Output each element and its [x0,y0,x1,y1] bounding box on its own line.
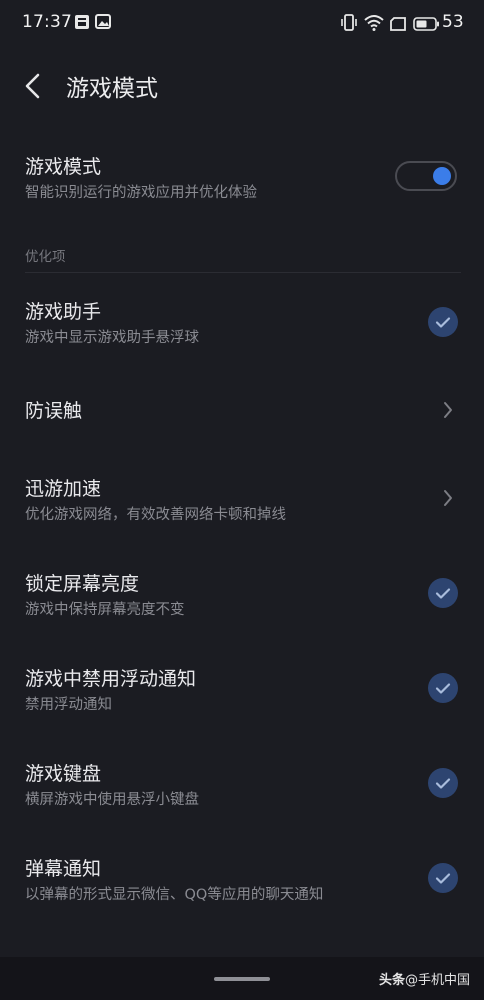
lock-brightness-checkbox[interactable] [428,578,458,608]
item-title: 游戏助手 [25,301,102,323]
watermark-source: 头条 [378,973,405,988]
battery-percentage: 53 [442,12,464,32]
game-keyboard-checkbox[interactable] [428,768,458,798]
section-label: 优化项 [25,249,66,265]
home-gesture-handle[interactable] [214,977,270,981]
item-subtitle: 优化游戏网络，有效改善网络卡顿和掉线 [25,507,286,523]
check-icon [435,777,451,789]
list-item-anti-mistouch[interactable]: 防误触 [0,380,484,440]
item-title: 迅游加速 [25,478,102,500]
sim-card-icon [390,16,407,35]
list-item-danmaku-notifications[interactable]: 弹幕通知 以弹幕的形式显示微信、QQ等应用的聊天通知 [0,842,484,922]
watermark-author: @手机中国 [404,973,470,988]
check-icon [435,682,451,694]
navigation-bar: 头条@手机中国 [0,957,484,1000]
watermark: 头条@手机中国 [379,969,470,988]
list-item-disable-floating-notifications[interactable]: 游戏中禁用浮动通知 禁用浮动通知 [0,652,484,732]
wifi-icon [364,14,384,35]
notification-app-icon [74,14,90,34]
disable-floating-notifications-checkbox[interactable] [428,673,458,703]
item-title: 游戏中禁用浮动通知 [25,668,197,690]
item-title: 弹幕通知 [25,858,102,880]
list-item-game-assistant[interactable]: 游戏助手 游戏中显示游戏助手悬浮球 [0,285,484,365]
game-assistant-checkbox[interactable] [428,307,458,337]
battery-icon [413,16,440,35]
list-item-xunyou-accelerate[interactable]: 迅游加速 优化游戏网络，有效改善网络卡顿和掉线 [0,462,484,542]
section-divider [25,272,461,273]
chevron-right-icon [440,488,456,508]
item-title: 防误触 [25,400,83,422]
list-item-lock-brightness[interactable]: 锁定屏幕亮度 游戏中保持屏幕亮度不变 [0,557,484,637]
list-item-game-keyboard[interactable]: 游戏键盘 横屏游戏中使用悬浮小键盘 [0,747,484,827]
toggle-knob [433,167,451,185]
game-mode-row[interactable]: 游戏模式 智能识别运行的游戏应用并优化体验 [0,140,484,220]
game-mode-toggle[interactable] [395,161,457,191]
check-icon [435,587,451,599]
danmaku-notifications-checkbox[interactable] [428,863,458,893]
back-arrow-icon [25,73,40,99]
page-title: 游戏模式 [66,76,158,102]
back-button[interactable] [14,66,50,106]
chevron-right-icon [440,400,456,420]
check-icon [435,316,451,328]
game-mode-subtitle: 智能识别运行的游戏应用并优化体验 [25,185,257,201]
game-mode-title: 游戏模式 [25,156,102,178]
item-subtitle: 游戏中保持屏幕亮度不变 [25,602,185,618]
item-subtitle: 以弹幕的形式显示微信、QQ等应用的聊天通知 [25,887,324,903]
check-icon [435,872,451,884]
image-notification-icon [95,14,111,33]
item-subtitle: 横屏游戏中使用悬浮小键盘 [25,792,199,808]
item-subtitle: 禁用浮动通知 [25,697,112,713]
item-title: 锁定屏幕亮度 [25,573,140,595]
vibrate-icon [341,14,357,36]
status-bar: 17:37 53 [0,0,484,46]
item-title: 游戏键盘 [25,763,102,785]
status-time: 17:37 [22,12,72,32]
item-subtitle: 游戏中显示游戏助手悬浮球 [25,330,199,346]
